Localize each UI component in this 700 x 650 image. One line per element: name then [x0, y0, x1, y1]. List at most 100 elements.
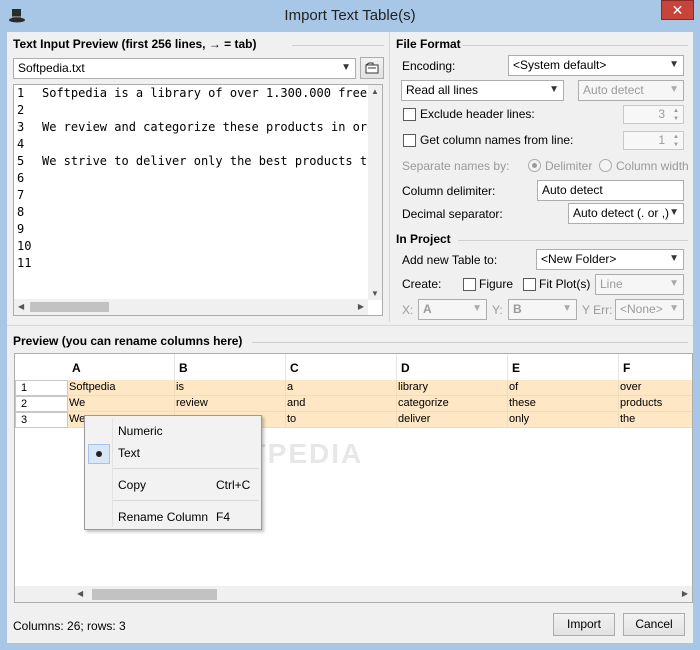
- x-column-select[interactable]: A ▼: [418, 299, 487, 320]
- yerr-column-select[interactable]: <None> ▼: [615, 299, 684, 320]
- table-cell[interactable]: Softpedia: [68, 380, 175, 396]
- text-line: We strive to deliver only the best produ…: [42, 154, 372, 168]
- column-names-spinner[interactable]: 1 ▲ ▼: [623, 131, 684, 150]
- cancel-button[interactable]: Cancel: [623, 613, 685, 636]
- scroll-right-icon[interactable]: ▶: [682, 589, 688, 598]
- column-header[interactable]: C: [286, 354, 397, 380]
- line-number: 6: [17, 171, 25, 185]
- menu-item-text[interactable]: Text: [85, 443, 261, 464]
- text-preview-editor[interactable]: 1 2 3 4 5 6 7 8 9 10 11 Softpedia is a library of …: [13, 84, 383, 316]
- table-header: ABCDEF: [15, 354, 692, 380]
- fit-plots-checkbox[interactable]: [523, 278, 536, 291]
- menu-separator: [113, 500, 259, 501]
- spin-down-icon[interactable]: ▼: [669, 141, 683, 149]
- preview-title: Preview (you can rename columns here): [13, 334, 243, 348]
- spin-up-icon[interactable]: ▲: [669, 133, 683, 141]
- column-header[interactable]: E: [508, 354, 619, 380]
- row-number[interactable]: 1: [15, 380, 68, 396]
- table-cell[interactable]: categorize: [397, 396, 508, 412]
- table-cell[interactable]: the: [619, 412, 692, 428]
- plot-type-value: Line: [600, 277, 623, 291]
- decimal-separator-select[interactable]: Auto detect (. or ,) ▼: [568, 203, 684, 224]
- create-label: Create:: [402, 277, 442, 291]
- table-cell[interactable]: these: [508, 396, 619, 412]
- column-names-value: 1: [658, 133, 665, 147]
- menu-item-label: Rename Column: [118, 510, 209, 524]
- encoding-select[interactable]: <System default> ▼: [508, 55, 684, 76]
- scroll-up-icon[interactable]: ▲: [371, 87, 379, 96]
- status-text: Columns: 26; rows: 3: [13, 619, 126, 633]
- menu-item-shortcut: F4: [216, 510, 231, 524]
- fit-plots-label: Fit Plot(s): [539, 277, 591, 291]
- column-width-radio-label: Column width: [616, 159, 689, 173]
- exclude-header-label: Exclude header lines:: [420, 107, 535, 121]
- table-cell[interactable]: a: [286, 380, 397, 396]
- file-select[interactable]: Softpedia.txt ▼: [13, 58, 356, 79]
- spin-down-icon[interactable]: ▼: [669, 115, 683, 123]
- table-row: 1 Softpedia is a library of over: [15, 380, 692, 396]
- line-number: 2: [17, 103, 25, 117]
- column-header[interactable]: B: [175, 354, 286, 380]
- delimiter-radio[interactable]: [528, 159, 541, 172]
- column-header[interactable]: F: [619, 354, 692, 380]
- scroll-down-icon[interactable]: ▼: [371, 289, 379, 298]
- encoding-label: Encoding:: [402, 59, 456, 73]
- plot-type-select[interactable]: Line ▼: [595, 274, 684, 295]
- table-cell[interactable]: to: [286, 412, 397, 428]
- column-delimiter-field[interactable]: Auto detect: [537, 180, 684, 201]
- scroll-thumb[interactable]: [30, 302, 109, 312]
- table-horizontal-scrollbar[interactable]: ◀ ▶: [15, 586, 692, 602]
- line-number: 9: [17, 222, 25, 236]
- window-title: Import Text Table(s): [284, 7, 416, 24]
- import-button[interactable]: Import: [553, 613, 615, 636]
- scroll-thumb[interactable]: [92, 589, 217, 600]
- add-table-select[interactable]: <New Folder> ▼: [536, 249, 684, 270]
- table-cell[interactable]: only: [508, 412, 619, 428]
- menu-item-rename-column[interactable]: Rename Column F4: [85, 507, 261, 527]
- close-window-button[interactable]: ✕: [661, 0, 694, 20]
- line-number: 7: [17, 188, 25, 202]
- table-cell[interactable]: of: [508, 380, 619, 396]
- dialog-client-area: Text Input Preview (first 256 lines, → =…: [7, 32, 693, 643]
- table-cell[interactable]: is: [175, 380, 286, 396]
- row-number[interactable]: 2: [15, 396, 68, 412]
- editor-vertical-scrollbar[interactable]: ▲ ▼: [368, 85, 382, 300]
- splitter[interactable]: [389, 32, 390, 322]
- table-cell[interactable]: deliver: [397, 412, 508, 428]
- menu-item-label: Text: [118, 446, 141, 460]
- column-header[interactable]: A: [68, 354, 175, 380]
- y-column-select[interactable]: B ▼: [508, 299, 577, 320]
- splitter[interactable]: [7, 325, 693, 326]
- read-lines-select[interactable]: Read all lines ▼: [401, 80, 564, 101]
- open-file-button[interactable]: [360, 57, 384, 79]
- table-cell[interactable]: We: [68, 396, 175, 412]
- table-cell[interactable]: review: [175, 396, 286, 412]
- text-line: [42, 238, 372, 255]
- figure-checkbox[interactable]: [463, 278, 476, 291]
- column-header[interactable]: D: [397, 354, 508, 380]
- encoding-select-value: <System default>: [513, 58, 607, 72]
- menu-item-numeric[interactable]: Numeric: [85, 421, 261, 441]
- y-label: Y:: [492, 303, 503, 317]
- table-cell[interactable]: products: [619, 396, 692, 412]
- table-cell[interactable]: library: [397, 380, 508, 396]
- column-width-radio[interactable]: [599, 159, 612, 172]
- table-cell[interactable]: and: [286, 396, 397, 412]
- spin-up-icon[interactable]: ▲: [669, 107, 683, 115]
- scroll-right-icon[interactable]: ▶: [358, 302, 364, 311]
- line-count-select[interactable]: Auto detect ▼: [578, 80, 684, 101]
- text-line: We review and categorize these products …: [42, 120, 372, 134]
- scroll-left-icon[interactable]: ◀: [77, 589, 83, 598]
- exclude-header-spinner[interactable]: 3 ▲ ▼: [623, 105, 684, 124]
- folder-open-icon: [365, 62, 379, 74]
- column-names-checkbox[interactable]: [403, 134, 416, 147]
- menu-item-copy[interactable]: Copy Ctrl+C: [85, 475, 261, 495]
- table-cell[interactable]: over: [619, 380, 692, 396]
- yerr-column-value: <None>: [620, 302, 663, 316]
- title-bar[interactable]: Import Text Table(s) ✕: [0, 0, 700, 32]
- file-select-value: Softpedia.txt: [18, 61, 85, 75]
- exclude-header-checkbox[interactable]: [403, 108, 416, 121]
- scroll-left-icon[interactable]: ◀: [18, 302, 24, 311]
- row-number[interactable]: 3: [15, 412, 68, 428]
- editor-horizontal-scrollbar[interactable]: ◀ ▶: [14, 299, 368, 315]
